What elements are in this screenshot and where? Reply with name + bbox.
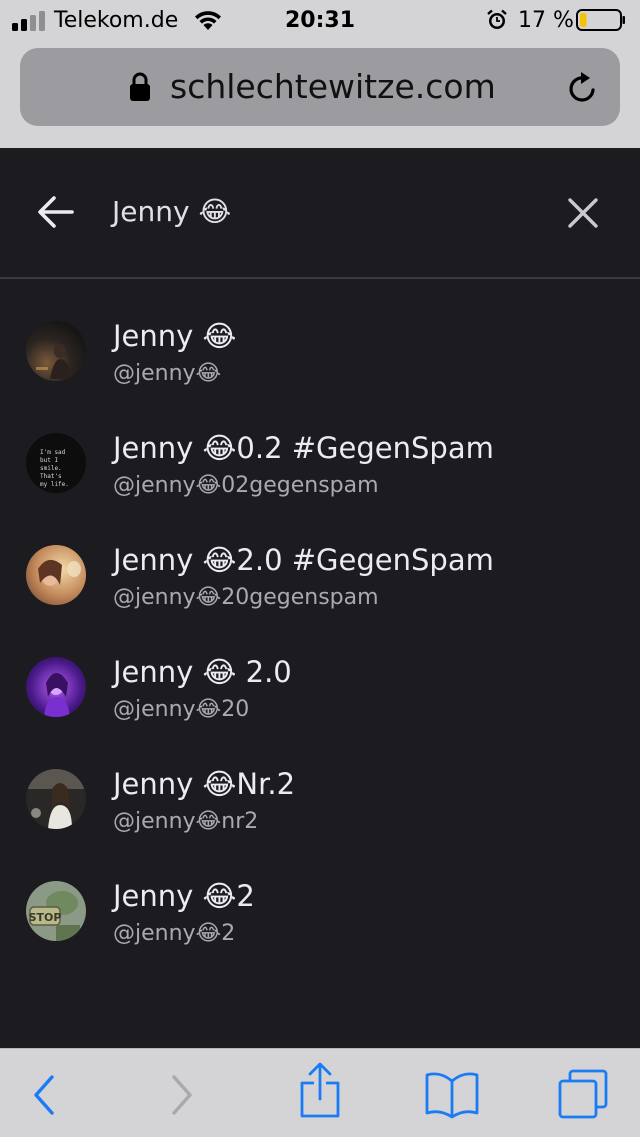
address-bar[interactable]: schlechtewitze.com: [20, 48, 620, 126]
lock-icon: [130, 72, 150, 101]
battery-percentage: 17 %: [518, 8, 574, 33]
result-handle: @jenny😂: [113, 361, 222, 386]
list-item[interactable]: Jenny 😂2.0 #GegenSpam @jenny😂20gegenspam: [0, 520, 640, 632]
battery-icon: [576, 9, 625, 31]
list-item[interactable]: Jenny 😂 2.0 @jenny😂20: [0, 632, 640, 744]
avatar: STOP: [26, 881, 86, 941]
avatar: [26, 321, 86, 381]
result-name: Jenny 😂2.0 #GegenSpam: [113, 543, 494, 577]
browser-address-area: schlechtewitze.com: [0, 42, 640, 148]
avatar: [26, 769, 86, 829]
result-name: Jenny 😂2: [113, 879, 255, 913]
forward-icon: [172, 1075, 192, 1115]
svg-text:smile.: smile.: [40, 465, 62, 472]
svg-text:I'm sad: I'm sad: [40, 449, 66, 456]
result-name: Jenny 😂: [113, 319, 237, 353]
back-arrow-icon[interactable]: [36, 194, 76, 230]
status-bar: Telekom.de 20:31 17 %: [0, 0, 640, 42]
avatar: I'm sad but I smile. That's my life.: [26, 433, 86, 493]
alarm-icon: [487, 9, 507, 29]
result-handle: @jenny😂nr2: [113, 809, 259, 834]
list-item[interactable]: Jenny 😂Nr.2 @jenny😂nr2: [0, 744, 640, 856]
result-handle: @jenny😂2: [113, 921, 236, 946]
share-icon[interactable]: [296, 1049, 344, 1137]
search-header: Jenny 😂: [0, 148, 640, 279]
result-handle: @jenny😂20: [113, 697, 250, 722]
close-icon[interactable]: [566, 196, 600, 230]
avatar: [26, 657, 86, 717]
list-item[interactable]: STOP Jenny 😂2 @jenny😂2: [0, 856, 640, 968]
result-handle: @jenny😂20gegenspam: [113, 585, 379, 610]
svg-text:but I: but I: [40, 457, 58, 464]
svg-text:That's: That's: [40, 473, 62, 480]
result-handle: @jenny😂02gegenspam: [113, 473, 379, 498]
reload-icon[interactable]: [566, 70, 600, 106]
search-input[interactable]: Jenny 😂: [112, 192, 231, 232]
list-item[interactable]: Jenny 😂 @jenny😂: [0, 296, 640, 408]
result-name: Jenny 😂 2.0: [113, 655, 292, 689]
browser-toolbar: [0, 1048, 640, 1137]
svg-text:STOP: STOP: [29, 911, 62, 924]
back-icon[interactable]: [22, 1049, 66, 1137]
avatar: [26, 545, 86, 605]
search-results-list: Jenny 😂 @jenny😂 I'm sad but I smile. Tha…: [0, 296, 640, 968]
list-item[interactable]: I'm sad but I smile. That's my life. Jen…: [0, 408, 640, 520]
url-text[interactable]: schlechtewitze.com: [170, 66, 496, 108]
tabs-icon[interactable]: [556, 1049, 612, 1137]
bookmarks-icon[interactable]: [424, 1049, 480, 1137]
result-name: Jenny 😂0.2 #GegenSpam: [113, 431, 494, 465]
result-name: Jenny 😂Nr.2: [113, 767, 296, 801]
svg-text:my life.: my life.: [40, 481, 69, 488]
